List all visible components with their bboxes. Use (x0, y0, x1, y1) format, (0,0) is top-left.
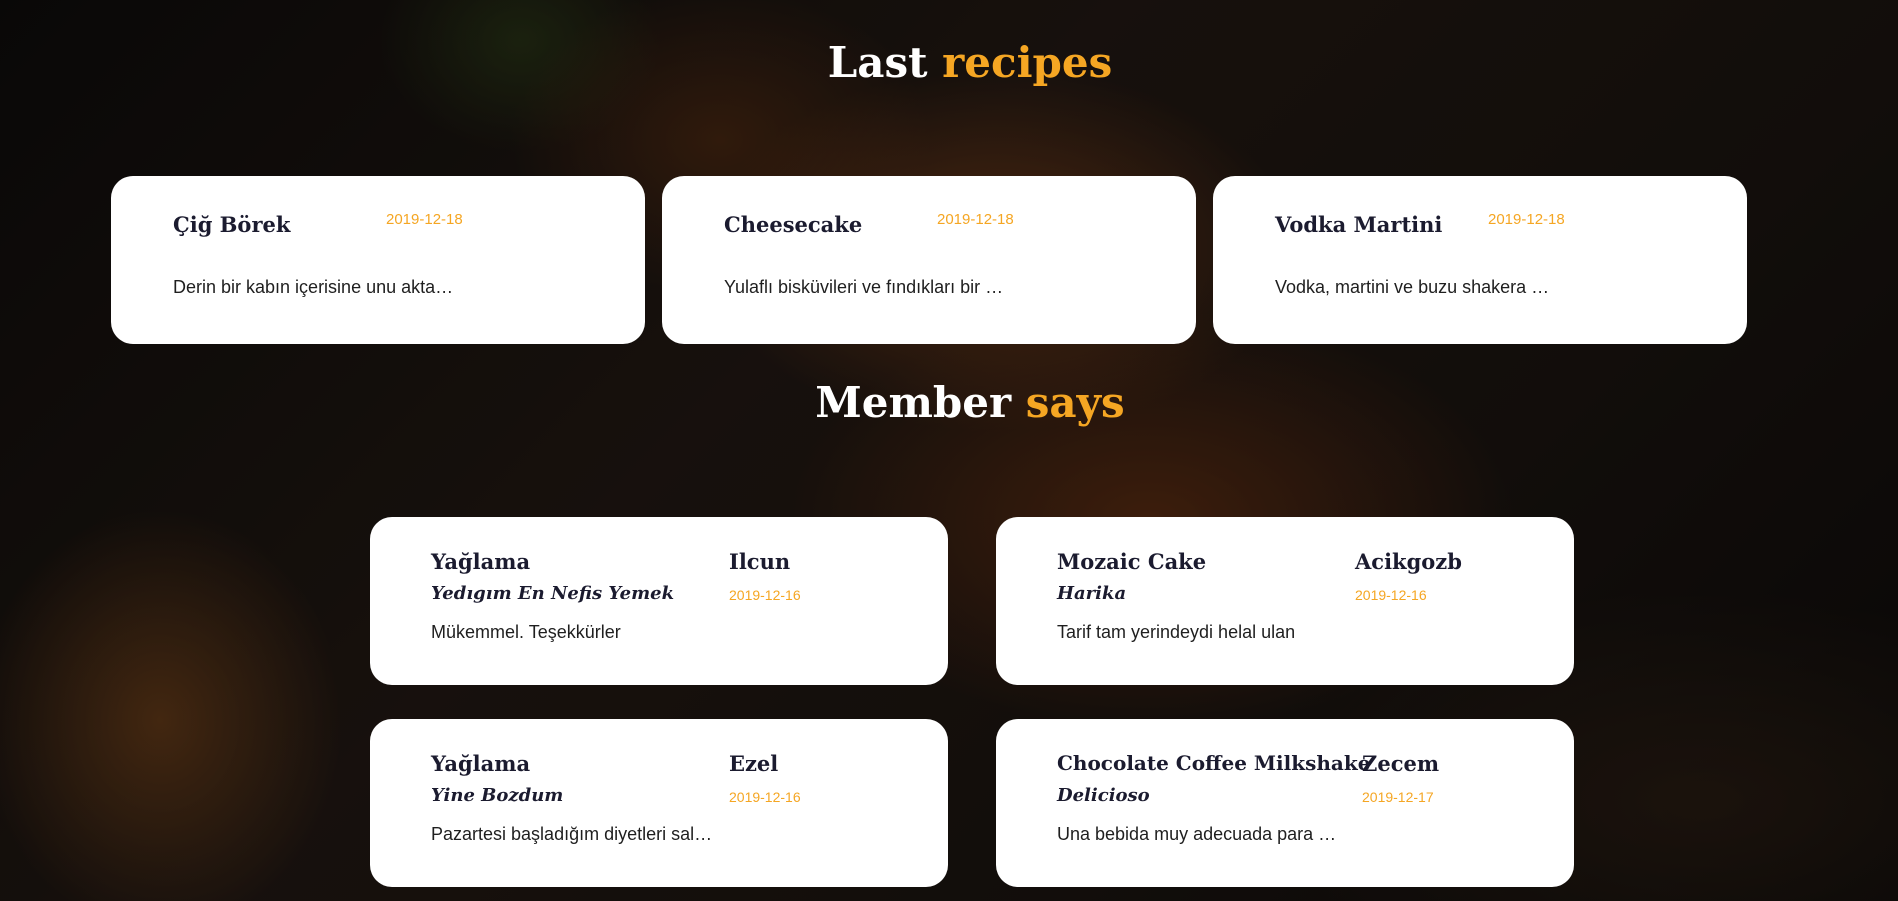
recipe-name[interactable]: Cheesecake (724, 212, 862, 237)
background-overlay (0, 0, 1898, 901)
review-text: Tarif tam yerindeydi helal ulan (1057, 622, 1296, 642)
review-text: Pazartesi başladığım diyetleri sal… (431, 824, 713, 844)
review-title: Yedıgım En Nefis Yemek (431, 583, 675, 604)
recipe-name[interactable]: Çiğ Börek (173, 212, 290, 237)
review-title: Delicioso (1057, 785, 1150, 806)
review-text: Mükemmel. Teşekkürler (431, 622, 621, 642)
review-recipe-name[interactable]: Mozaic Cake (1057, 549, 1206, 574)
review-date: 2019-12-16 (729, 587, 801, 603)
recipe-excerpt: Yulaflı bisküvileri ve fındıkları bir … (724, 277, 1004, 297)
review-recipe-name[interactable]: Yağlama (431, 751, 530, 776)
recipe-card[interactable]: Cheesecake 2019-12-18 Yulaflı bisküviler… (662, 176, 1196, 344)
reviews-section-title: Member says (0, 378, 1898, 427)
recipe-card[interactable]: Vodka Martini 2019-12-18 Vodka, martini … (1213, 176, 1747, 344)
recipes-section-title: Last recipes (0, 38, 1898, 87)
recipe-name[interactable]: Vodka Martini (1275, 212, 1442, 237)
reviews-title-main: Member (815, 378, 1012, 427)
recipe-excerpt: Vodka, martini ve buzu shakera … (1275, 277, 1550, 297)
review-recipe-name[interactable]: Chocolate Coffee Milkshake (1057, 751, 1370, 775)
review-username[interactable]: Acikgozb (1355, 549, 1462, 574)
recipes-title-main: Last (827, 38, 928, 87)
reviews-title-accent: says (1025, 378, 1125, 427)
review-card[interactable]: Yağlama Yedıgım En Nefis Yemek Mükemmel.… (370, 517, 948, 685)
review-username[interactable]: Zecem (1362, 751, 1439, 776)
review-username[interactable]: Ilcun (729, 549, 790, 574)
review-text: Una bebida muy adecuada para … (1057, 824, 1337, 844)
review-date: 2019-12-16 (729, 789, 801, 805)
recipe-excerpt: Derin bir kabın içerisine unu akta… (173, 277, 454, 297)
review-title: Harika (1057, 583, 1127, 604)
recipe-date: 2019-12-18 (937, 211, 1014, 228)
review-recipe-name[interactable]: Yağlama (431, 549, 530, 574)
review-date: 2019-12-17 (1362, 789, 1434, 805)
recipe-date: 2019-12-18 (1488, 211, 1565, 228)
review-username[interactable]: Ezel (729, 751, 778, 776)
review-card[interactable]: Mozaic Cake Harika Tarif tam yerindeydi … (996, 517, 1574, 685)
recipes-title-accent: recipes (942, 38, 1113, 87)
review-card[interactable]: Chocolate Coffee Milkshake Delicioso Una… (996, 719, 1574, 887)
review-title: Yine Bozdum (431, 785, 564, 806)
recipe-date: 2019-12-18 (386, 211, 463, 228)
review-card[interactable]: Yağlama Yine Bozdum Pazartesi başladığım… (370, 719, 948, 887)
review-date: 2019-12-16 (1355, 587, 1427, 603)
recipe-card[interactable]: Çiğ Börek 2019-12-18 Derin bir kabın içe… (111, 176, 645, 344)
